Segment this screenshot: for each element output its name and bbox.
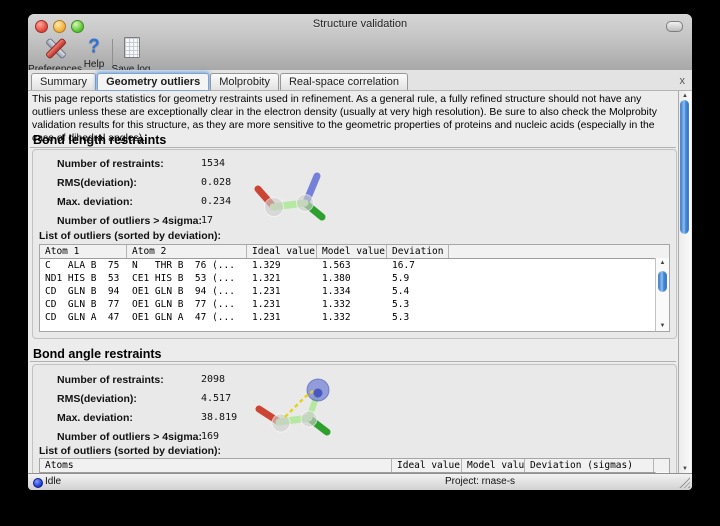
column-header-filler	[449, 245, 669, 258]
question-mark-icon: ?	[84, 36, 104, 58]
tab-summary[interactable]: Summary	[31, 73, 96, 90]
column-header[interactable]: Atoms	[40, 459, 392, 472]
bond-angle-groupbox: Number of restraints: 2098 RMS(deviation…	[32, 364, 677, 474]
bond-length-outliers-table[interactable]: Atom 1 Atom 2 Ideal value Model value De…	[39, 244, 670, 332]
window-chrome: Structure validation Preferences ? Help …	[28, 14, 692, 71]
outlier-list-label: List of outliers (sorted by deviation):	[39, 230, 221, 242]
stat-label: Max. deviation:	[57, 412, 133, 424]
stat-label: Number of restraints:	[57, 158, 164, 170]
table-row[interactable]: C ALA B 75 (... N THR B 76 (... 1.329 1.…	[40, 259, 669, 272]
status-state: Idle	[45, 476, 61, 487]
stat-label: Number of restraints:	[57, 374, 164, 386]
stat-label: RMS(deviation):	[57, 177, 137, 189]
scrollbar-thumb[interactable]	[658, 271, 667, 292]
status-led-icon	[33, 478, 43, 488]
column-header[interactable]: Deviation (	[387, 245, 449, 258]
status-bar: Idle Project: rnase-s	[28, 473, 692, 490]
stat-label: Max. deviation:	[57, 196, 133, 208]
table-row[interactable]: ND1 HIS B 53 (... CE1 HIS B 53 (... 1.32…	[40, 272, 669, 285]
column-header[interactable]: Atom 2	[127, 245, 247, 258]
stat-row: RMS(deviation): 0.028	[33, 177, 676, 191]
main-scrollbar[interactable]: ▲ ▼	[678, 91, 691, 474]
stat-value: 38.819	[201, 412, 237, 423]
column-header[interactable]: Atom 1	[40, 245, 127, 258]
stat-label: Number of outliers > 4sigma:	[57, 215, 202, 227]
structure-validation-window: Structure validation Preferences ? Help …	[28, 14, 692, 490]
bond-angle-outliers-table[interactable]: Atoms Ideal value Model value Deviation …	[39, 458, 670, 474]
log-sheet-icon	[123, 36, 140, 58]
tab-bar: Summary Geometry outliers Molprobity Rea…	[28, 70, 692, 91]
stat-row: Number of outliers > 4sigma: 17	[33, 215, 676, 229]
table-row[interactable]: CD GLN B 94 (... OE1 GLN B 94 (... 1.231…	[40, 285, 669, 298]
stat-row: Max. deviation: 38.819	[33, 412, 676, 426]
window-title: Structure validation	[28, 18, 692, 30]
resize-grip[interactable]	[679, 477, 690, 488]
stat-row: Number of restraints: 1534	[33, 158, 676, 172]
section-rule	[30, 147, 676, 148]
column-header[interactable]: Ideal value	[247, 245, 317, 258]
stat-value: 0.028	[201, 177, 231, 188]
tab-molprobity[interactable]: Molprobity	[210, 73, 279, 90]
table-scrollbar[interactable]: ▲ ▼	[655, 258, 669, 331]
stat-value: 17	[201, 215, 213, 226]
stat-value: 2098	[201, 374, 225, 385]
toolbar-toggle-button[interactable]	[666, 21, 683, 32]
table-row[interactable]: CD GLN A 47 (... OE1 GLN A 47 (... 1.231…	[40, 311, 669, 324]
table-row[interactable]: CD GLN B 77 (... OE1 GLN B 77 (... 1.231…	[40, 298, 669, 311]
scroll-up-icon[interactable]: ▲	[656, 258, 669, 268]
section-title-bond-length: Bond length restraints	[33, 133, 166, 147]
status-project: Project: rnase-s	[445, 476, 515, 487]
stat-value: 4.517	[201, 393, 231, 404]
stat-row: Number of outliers > 4sigma: 169	[33, 431, 676, 445]
close-tab-icon[interactable]: x	[680, 76, 686, 87]
column-header[interactable]: Ideal value	[392, 459, 462, 472]
bond-angle-molecule-image	[247, 369, 333, 441]
column-header[interactable]: Deviation (sigmas)	[525, 459, 654, 472]
table-header-row: Atoms Ideal value Model value Deviation …	[40, 459, 669, 473]
tab-real-space-correlation[interactable]: Real-space correlation	[280, 73, 408, 90]
bond-length-molecule-image	[249, 162, 331, 224]
table-header-row: Atom 1 Atom 2 Ideal value Model value De…	[40, 245, 669, 259]
section-rule	[30, 361, 676, 362]
stat-row: Max. deviation: 0.234	[33, 196, 676, 210]
stat-value: 169	[201, 431, 219, 442]
column-header[interactable]: Model value	[317, 245, 387, 258]
tab-geometry-outliers[interactable]: Geometry outliers	[97, 73, 209, 90]
bond-length-groupbox: Number of restraints: 1534 RMS(deviation…	[32, 149, 677, 339]
column-header[interactable]: Model value	[462, 459, 525, 472]
stat-row: Number of restraints: 2098	[33, 374, 676, 388]
stat-label: RMS(deviation):	[57, 393, 137, 405]
scrollbar-thumb[interactable]	[680, 100, 689, 234]
stat-value: 0.234	[201, 196, 231, 207]
preferences-tools-icon	[42, 36, 68, 58]
geometry-outliers-panel: This page reports statistics for geometr…	[28, 91, 692, 474]
stat-label: Number of outliers > 4sigma:	[57, 431, 202, 443]
scroll-down-icon[interactable]: ▼	[656, 321, 669, 331]
column-header-filler	[654, 459, 669, 472]
stat-row: RMS(deviation): 4.517	[33, 393, 676, 407]
outlier-list-label: List of outliers (sorted by deviation):	[39, 445, 221, 457]
section-title-bond-angle: Bond angle restraints	[33, 347, 162, 361]
stat-value: 1534	[201, 158, 225, 169]
